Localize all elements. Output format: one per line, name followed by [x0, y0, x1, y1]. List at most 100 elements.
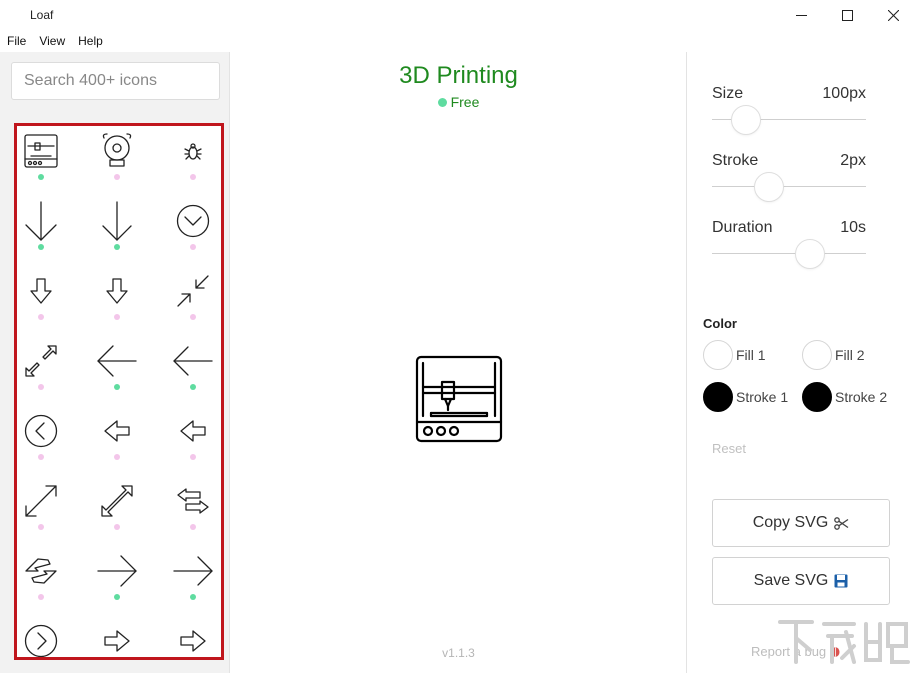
watermark-icon	[778, 620, 910, 664]
icon-sidebar	[0, 52, 230, 673]
icon-tile[interactable]	[17, 617, 71, 657]
arrow-left-outline-small-icon	[173, 411, 213, 451]
arrow-down-outline-small-icon	[97, 271, 137, 311]
icon-tile[interactable]	[163, 547, 221, 617]
3d-printer-icon	[415, 355, 503, 443]
menu-file[interactable]: File	[0, 31, 32, 51]
duration-value: 10s	[840, 219, 866, 236]
stroke1-option[interactable]: Stroke 1	[703, 382, 788, 412]
menu-help[interactable]: Help	[71, 31, 109, 51]
copy-svg-label: Copy SVG	[752, 514, 829, 531]
stroke-control: Stroke 2px	[712, 152, 866, 202]
icon-tile[interactable]	[17, 127, 71, 197]
color-heading: Color	[703, 316, 737, 331]
duration-slider-knob[interactable]	[795, 239, 826, 269]
arrow-left-long-icon	[97, 341, 137, 381]
fill1-label: Fill 1	[736, 347, 766, 363]
stroke2-swatch[interactable]	[802, 382, 832, 412]
stroke2-label: Stroke 2	[835, 389, 888, 405]
stroke-slider[interactable]	[712, 172, 866, 202]
arrow-down-outline-icon	[21, 271, 61, 311]
save-svg-button[interactable]: Save SVG	[712, 557, 890, 605]
chevron-right-circle-icon	[21, 621, 61, 657]
icon-tile[interactable]	[87, 547, 147, 617]
icon-tile[interactable]	[17, 197, 71, 267]
icon-tile[interactable]	[163, 267, 221, 337]
icon-tile[interactable]	[17, 547, 71, 617]
arrow-left-outline-icon	[97, 411, 137, 451]
arrows-exchange-diagonal-icon	[21, 551, 61, 591]
free-tier-dot	[190, 594, 196, 600]
icon-tile[interactable]	[87, 617, 147, 657]
icon-tile[interactable]	[163, 127, 221, 197]
size-slider-knob[interactable]	[730, 105, 761, 135]
minimize-button[interactable]	[778, 0, 824, 30]
icon-tile[interactable]	[87, 127, 147, 197]
save-svg-label: Save SVG	[753, 572, 829, 589]
duration-slider[interactable]	[712, 239, 866, 269]
pro-tier-dot	[190, 174, 196, 180]
fill2-label: Fill 2	[835, 347, 865, 363]
copy-svg-button[interactable]: Copy SVG	[712, 499, 890, 547]
icon-tile[interactable]	[17, 267, 71, 337]
minimize-icon	[795, 14, 807, 16]
arrow-right-thin-icon	[173, 551, 213, 591]
pro-tier-dot	[114, 314, 120, 320]
icon-tile[interactable]	[87, 197, 147, 267]
duration-label: Duration	[712, 219, 773, 236]
bug-icon	[173, 131, 213, 171]
icon-preview	[415, 355, 503, 443]
tier-label: Free	[450, 94, 480, 110]
free-dot	[437, 98, 447, 107]
icon-tile[interactable]	[163, 337, 221, 407]
stroke2-option[interactable]: Stroke 2	[802, 382, 887, 412]
close-icon	[887, 9, 899, 21]
free-tier-dot	[114, 594, 120, 600]
pro-tier-dot	[190, 454, 196, 460]
maximize-button[interactable]	[824, 0, 870, 30]
alarm-bell-icon	[97, 131, 137, 171]
close-button[interactable]	[870, 0, 916, 30]
menu-view[interactable]: View	[32, 31, 71, 51]
icon-tile[interactable]	[17, 477, 71, 547]
free-tier-dot	[38, 174, 44, 180]
stroke-slider-knob[interactable]	[754, 172, 785, 202]
pro-tier-dot	[38, 594, 44, 600]
icon-list[interactable]	[14, 123, 224, 660]
arrow-down-long-icon	[21, 201, 61, 241]
search-input[interactable]	[11, 62, 220, 100]
free-tier-dot	[114, 244, 120, 250]
maximize-icon	[841, 9, 853, 21]
fill2-option[interactable]: Fill 2	[802, 340, 865, 370]
icon-tile[interactable]	[87, 267, 147, 337]
stroke1-swatch[interactable]	[703, 382, 733, 412]
free-tier-dot	[38, 244, 44, 250]
icon-tile[interactable]	[17, 407, 71, 477]
pro-tier-dot	[38, 454, 44, 460]
arrow-right-long-icon	[97, 551, 137, 591]
pro-tier-dot	[190, 244, 196, 250]
3d-printer-icon	[21, 131, 61, 171]
arrows-exchange-icon	[173, 481, 213, 521]
icon-tile[interactable]	[17, 337, 71, 407]
fill1-swatch[interactable]	[703, 340, 733, 370]
icon-tile[interactable]	[87, 337, 147, 407]
arrows-diagonal-icon	[21, 481, 61, 521]
icon-tile[interactable]	[87, 477, 147, 547]
tier-badge: Free	[231, 94, 686, 110]
menu-bar: File View Help	[0, 31, 916, 51]
arrow-right-outline-icon	[97, 621, 137, 657]
fill1-option[interactable]: Fill 1	[703, 340, 766, 370]
icon-tile[interactable]	[87, 407, 147, 477]
reset-button[interactable]: Reset	[712, 441, 746, 456]
icon-tile[interactable]	[163, 617, 221, 657]
fill2-swatch[interactable]	[802, 340, 832, 370]
duration-control: Duration 10s	[712, 219, 866, 269]
pro-tier-dot	[190, 524, 196, 530]
icon-tile[interactable]	[163, 407, 221, 477]
pro-tier-dot	[114, 174, 120, 180]
size-label: Size	[712, 85, 744, 102]
icon-tile[interactable]	[163, 477, 221, 547]
size-slider[interactable]	[712, 105, 866, 135]
icon-tile[interactable]	[163, 197, 221, 267]
